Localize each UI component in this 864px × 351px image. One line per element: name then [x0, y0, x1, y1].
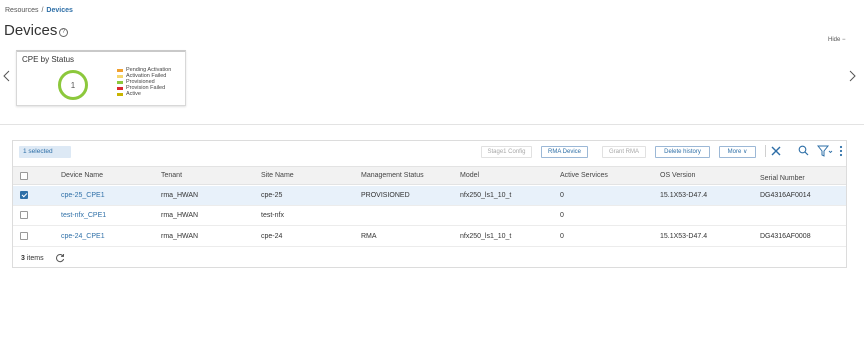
device-name-link[interactable]: cpe-25_CPE1: [61, 192, 105, 199]
legend-swatch: [117, 68, 123, 72]
legend-item: Active: [117, 91, 171, 97]
carousel-next-icon[interactable]: [848, 70, 856, 82]
cpe-status-card: CPE by Status 1 Pending Activation Activ…: [16, 50, 186, 106]
column-header[interactable]: OS Version: [660, 172, 695, 179]
column-header[interactable]: Management Status: [361, 172, 424, 179]
services-cell: 0: [560, 192, 564, 199]
help-icon[interactable]: ?: [59, 28, 68, 37]
toolbar-divider: [765, 145, 766, 157]
item-count-value: 3: [21, 255, 25, 262]
item-count-suffix: items: [26, 255, 44, 262]
breadcrumb-separator: /: [41, 7, 44, 14]
column-header[interactable]: Tenant: [161, 172, 182, 179]
legend-swatch: [117, 74, 123, 78]
legend-label: Active: [126, 91, 141, 97]
filter-icon[interactable]: [817, 145, 833, 157]
row-checkbox[interactable]: [20, 232, 28, 240]
status-cell: RMA: [361, 233, 377, 240]
select-all-checkbox[interactable]: [20, 172, 28, 180]
hide-toggle[interactable]: Hide −: [828, 37, 846, 43]
stage1-config-button[interactable]: Stage1 Config: [481, 146, 532, 158]
tenant-cell: rma_HWAN: [161, 233, 199, 240]
legend-swatch: [117, 86, 123, 90]
os-version-cell: 15.1X53-D47.4: [660, 233, 708, 240]
page-title: Devices: [4, 22, 58, 39]
model-cell: nfx250_ls1_10_t: [460, 233, 512, 240]
carousel-prev-icon[interactable]: [3, 70, 11, 82]
table-row[interactable]: cpe-25_CPE1 rma_HWAN cpe-25 PROVISIONED …: [13, 186, 846, 206]
model-cell: nfx250_ls1_10_t: [460, 192, 512, 199]
device-name-link[interactable]: test-nfx_CPE1: [61, 212, 106, 219]
selection-count-badge: 1 selected: [19, 146, 71, 158]
card-legend: Pending Activation Activation Failed Pro…: [117, 67, 171, 97]
column-header[interactable]: Site Name: [261, 172, 294, 179]
delete-history-button[interactable]: Delete history: [655, 146, 710, 158]
serial-cell: DG4316AF0008: [760, 233, 811, 240]
site-cell: test-nfx: [261, 212, 284, 219]
rma-device-button[interactable]: RMA Device: [541, 146, 588, 158]
legend-swatch: [117, 92, 123, 96]
more-dropdown[interactable]: More ∨: [719, 146, 756, 158]
breadcrumb: Resources / Devices: [5, 7, 73, 14]
tenant-cell: rma_HWAN: [161, 212, 199, 219]
status-cell: PROVISIONED: [361, 192, 410, 199]
services-cell: 0: [560, 233, 564, 240]
search-icon[interactable]: [798, 145, 809, 156]
close-icon[interactable]: [770, 145, 782, 157]
legend-swatch: [117, 80, 123, 84]
row-checkbox[interactable]: [20, 211, 28, 219]
status-donut: 1: [58, 70, 88, 100]
kebab-menu-icon[interactable]: [839, 145, 843, 157]
site-cell: cpe-24: [261, 233, 283, 240]
header-band: Resources / Devices Devices ? Hide − CPE b…: [0, 0, 864, 125]
grant-rma-button[interactable]: Grant RMA: [602, 146, 646, 158]
devices-grid: 1 selected Stage1 Config RMA Device Gran…: [12, 140, 847, 268]
donut-center-value: 1: [71, 81, 76, 90]
breadcrumb-resources[interactable]: Resources: [5, 7, 38, 14]
breadcrumb-devices: Devices: [46, 7, 73, 14]
tenant-cell: rma_HWAN: [161, 192, 199, 199]
column-header[interactable]: Active Services: [560, 172, 608, 179]
column-header[interactable]: Serial Number: [760, 175, 805, 182]
table-row[interactable]: test-nfx_CPE1 rma_HWAN test-nfx 0: [13, 206, 846, 226]
row-checkbox[interactable]: [20, 191, 28, 199]
column-header[interactable]: Model: [460, 172, 479, 179]
device-name-link[interactable]: cpe-24_CPE1: [61, 233, 105, 240]
services-cell: 0: [560, 212, 564, 219]
serial-cell: DG4316AF0014: [760, 192, 811, 199]
table-header: Device Name Tenant Site Name Management …: [13, 166, 846, 185]
item-count: 3 items: [21, 255, 44, 262]
column-header[interactable]: Device Name: [61, 172, 103, 179]
os-version-cell: 15.1X53-D47.4: [660, 192, 708, 199]
table-row[interactable]: cpe-24_CPE1 rma_HWAN cpe-24 RMA nfx250_l…: [13, 227, 846, 247]
table-footer: 3 items: [13, 248, 846, 268]
refresh-icon[interactable]: [55, 253, 65, 263]
card-title: CPE by Status: [22, 55, 75, 64]
site-cell: cpe-25: [261, 192, 283, 199]
